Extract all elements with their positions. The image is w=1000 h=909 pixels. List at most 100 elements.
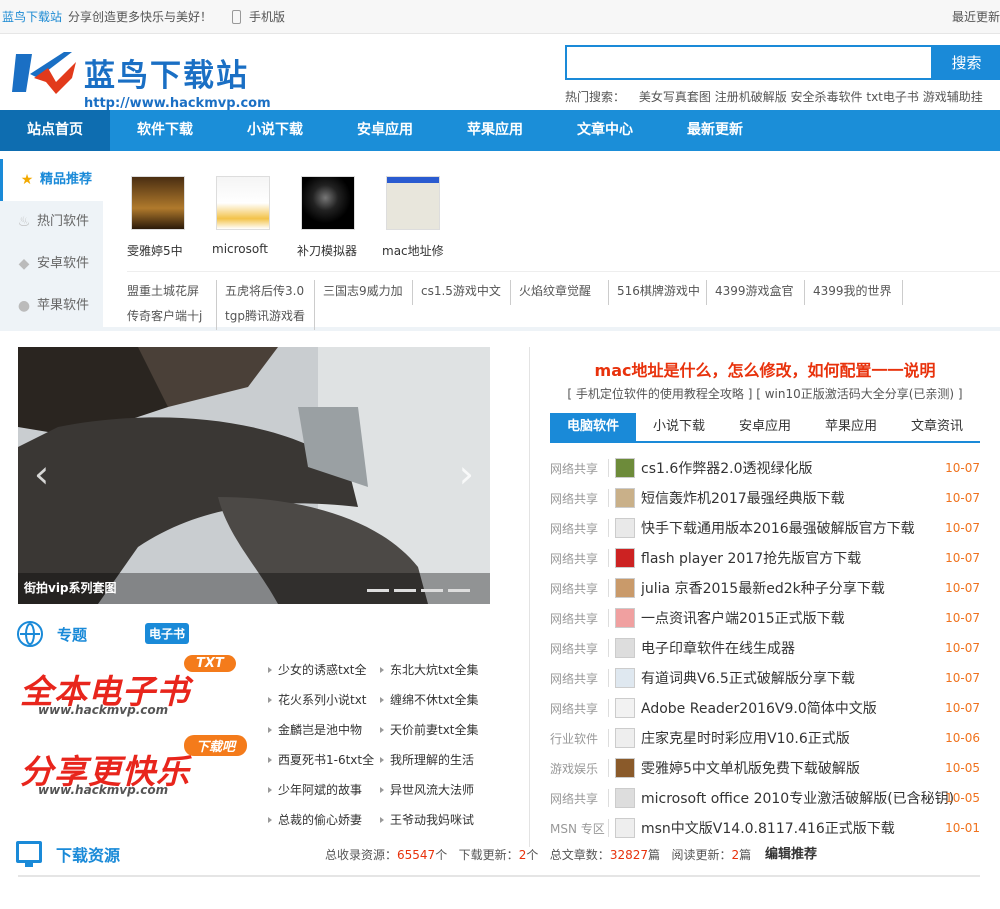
nav-latest[interactable]: 最新更新 [660, 110, 770, 151]
topic-item[interactable]: 王爷动我妈咪试 [380, 809, 492, 839]
featured-link[interactable]: 传奇客户端十j [127, 305, 217, 330]
news-category[interactable]: MSN 专区 [550, 820, 606, 837]
news-category[interactable]: 网络共享 [550, 520, 606, 537]
hot-term[interactable]: 游戏辅助挂 [923, 90, 983, 104]
featured-link[interactable]: 4399我的世界 [813, 280, 903, 305]
news-title[interactable]: Adobe Reader2016V9.0简体中文版 [641, 698, 971, 718]
news-title[interactable]: cs1.6作弊器2.0透视绿化版 [641, 458, 971, 478]
nav-home[interactable]: 站点首页 [0, 110, 110, 151]
topic-item[interactable]: 东北大炕txt全集 [380, 659, 492, 689]
hot-term[interactable]: txt电子书 [866, 90, 919, 104]
slider-dot[interactable] [394, 589, 416, 592]
news-category[interactable]: 网络共享 [550, 790, 606, 807]
topic-item[interactable]: 异世风流大法师 [380, 779, 492, 809]
nav-android[interactable]: 安卓应用 [330, 110, 440, 151]
topic-item[interactable]: 西夏死书1-6txt全 [268, 749, 380, 779]
nav-novel[interactable]: 小说下载 [220, 110, 330, 151]
featured-link[interactable]: 五虎将后传3.0 [225, 280, 315, 305]
news-title[interactable]: microsoft office 2010专业激活破解版(已含秘钥) [641, 788, 971, 808]
topic-item[interactable]: 金麟岂是池中物 [268, 719, 380, 749]
app-card[interactable]: 补刀模拟器 [297, 176, 382, 259]
news-category[interactable]: 网络共享 [550, 490, 606, 507]
featured-link[interactable]: 盟重土城花屏​ [127, 280, 217, 305]
news-row[interactable]: 行业软件 庄家克星时时彩应用V10.6正式版 10-06 [550, 723, 1000, 753]
news-row[interactable]: 网络共享 microsoft office 2010专业激活破解版(已含秘钥) 10… [550, 783, 1000, 813]
site-link[interactable]: 蓝鸟下载站 [2, 8, 62, 25]
news-row[interactable]: 网络共享 一点资讯客户端2015正式版下载 10-07 [550, 603, 1000, 633]
app-card[interactable]: 雯雅婷5中 [127, 176, 212, 259]
news-title[interactable]: flash player 2017抢先版官方下载 [641, 548, 971, 568]
news-row[interactable]: 网络共享 有道词典V6.5正式破解版分享下载 10-07 [550, 663, 1000, 693]
news-category[interactable]: 网络共享 [550, 550, 606, 567]
news-row[interactable]: 游戏娱乐 雯雅婷5中文单机版免费下载破解版 10-05 [550, 753, 1000, 783]
mobile-link[interactable]: 手机版 [232, 8, 285, 25]
app-card[interactable]: microsoft [212, 176, 297, 259]
nav-software[interactable]: 软件下载 [110, 110, 220, 151]
featured-tab-picks[interactable]: ★ 精品推荐 [0, 159, 103, 201]
editor-picks-title[interactable]: 编辑推荐 [765, 843, 817, 862]
news-row[interactable]: 网络共享 Adobe Reader2016V9.0简体中文版 10-07 [550, 693, 1000, 723]
news-row[interactable]: 网络共享 julia 京香2015最新ed2k种子分享下载 10-07 [550, 573, 1000, 603]
tab-android[interactable]: 安卓应用 [722, 413, 808, 441]
news-row[interactable]: 网络共享 快手下载通用版本2016最强破解版官方下载 10-07 [550, 513, 1000, 543]
news-title[interactable]: 庄家克星时时彩应用V10.6正式版 [641, 728, 971, 748]
featured-link[interactable]: 火焰纹章觉醒 [519, 280, 609, 305]
news-category[interactable]: 网络共享 [550, 640, 606, 657]
news-row[interactable]: 网络共享 flash player 2017抢先版官方下载 10-07 [550, 543, 1000, 573]
news-row[interactable]: 网络共享 cs1.6作弊器2.0透视绿化版 10-07 [550, 453, 1000, 483]
news-title[interactable]: 短信轰炸机2017最强经典版下载 [641, 488, 971, 508]
slider-dot[interactable] [421, 589, 443, 592]
image-slider[interactable]: ‹ › 街拍vip系列套图 [18, 347, 490, 604]
ebook-badge[interactable]: 电子书 [145, 623, 190, 644]
news-title[interactable]: msn中文版V14.0.8117.416正式版下载 [641, 818, 971, 838]
news-title[interactable]: 快手下载通用版本2016最强破解版官方下载 [641, 518, 971, 538]
news-title[interactable]: julia 京香2015最新ed2k种子分享下载 [641, 578, 971, 598]
nav-articles[interactable]: 文章中心 [550, 110, 660, 151]
featured-link[interactable]: 4399游戏盒官 [715, 280, 805, 305]
app-card[interactable]: mac地址修 [382, 176, 467, 259]
topic-item[interactable]: 少女的诱惑txt全 [268, 659, 380, 689]
news-category[interactable]: 网络共享 [550, 610, 606, 627]
news-title[interactable]: 有道词典V6.5正式破解版分享下载 [641, 668, 971, 688]
topic-item[interactable]: 天价前妻txt全集 [380, 719, 492, 749]
topic-item[interactable]: 总裁的偷心娇妻 [268, 809, 380, 839]
search-input[interactable] [565, 45, 933, 80]
topic-item[interactable]: 花火系列小说txt [268, 689, 380, 719]
featured-link[interactable]: cs1.5游戏中文 [421, 280, 511, 305]
news-title[interactable]: 一点资讯客户端2015正式版下载 [641, 608, 971, 628]
recent-link[interactable]: 最近更新 [952, 8, 1000, 25]
featured-tab-android[interactable]: ◆ 安卓软件 [0, 243, 103, 285]
news-title[interactable]: 电子印章软件在线生成器 [641, 638, 971, 658]
hot-term[interactable]: 美女写真套图 [639, 90, 711, 104]
news-category[interactable]: 网络共享 [550, 670, 606, 687]
news-category[interactable]: 游戏娱乐 [550, 760, 606, 777]
tab-articles[interactable]: 文章资讯 [894, 413, 980, 441]
slider-dot[interactable] [448, 589, 470, 592]
tab-apple[interactable]: 苹果应用 [808, 413, 894, 441]
news-category[interactable]: 行业软件 [550, 730, 606, 747]
news-row[interactable]: 网络共享 电子印章软件在线生成器 10-07 [550, 633, 1000, 663]
featured-tab-hot[interactable]: ♨ 热门软件 [0, 201, 103, 243]
banner-share[interactable]: 分享更快乐 下载吧 www.hackmvp.com [18, 731, 248, 801]
hot-term[interactable]: 安全杀毒软件 [791, 90, 863, 104]
topic-item[interactable]: 缠绵不休txt全集 [380, 689, 492, 719]
banner-full-ebook[interactable]: 全本电子书 TXT www.hackmvp.com [18, 651, 248, 721]
news-headline[interactable]: mac地址是什么，怎么修改，如何配置一一说明 [550, 357, 980, 381]
slider-prev-icon[interactable]: ‹ [34, 452, 49, 496]
featured-tab-apple[interactable]: ● 苹果软件 [0, 285, 103, 327]
logo[interactable]: 蓝鸟下载站 http://www.hackmvp.com [12, 48, 272, 111]
news-category[interactable]: 网络共享 [550, 580, 606, 597]
news-subline[interactable]: [ 手机定位软件的使用教程全攻略 ] [ win10正版激活码大全分享(已亲测)… [550, 385, 980, 402]
tab-novel[interactable]: 小说下载 [636, 413, 722, 441]
nav-apple[interactable]: 苹果应用 [440, 110, 550, 151]
tab-pc-software[interactable]: 电脑软件 [550, 413, 636, 441]
search-button[interactable]: 搜索 [933, 45, 1000, 80]
news-row[interactable]: 网络共享 短信轰炸机2017最强经典版下载 10-07 [550, 483, 1000, 513]
hot-term[interactable]: 注册机破解版 [715, 90, 787, 104]
slider-dot[interactable] [367, 589, 389, 592]
news-row[interactable]: MSN 专区 msn中文版V14.0.8117.416正式版下载 10-01 [550, 813, 1000, 843]
news-category[interactable]: 网络共享 [550, 460, 606, 477]
topic-item[interactable]: 少年阿斌的故事 [268, 779, 380, 809]
topic-item[interactable]: 我所理解的生活 [380, 749, 492, 779]
news-category[interactable]: 网络共享 [550, 700, 606, 717]
